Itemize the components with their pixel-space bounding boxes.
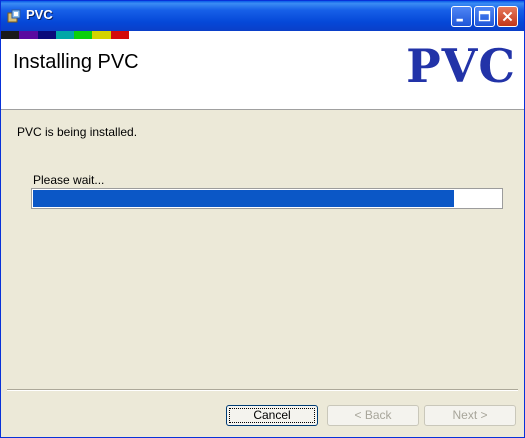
pvc-logo: PVC [406,39,516,93]
status-text: PVC is being installed. [17,125,138,139]
maximize-icon [478,10,491,22]
page-title: Installing PVC [13,51,139,73]
footer-divider [7,389,518,391]
color-strip-segment [55,31,75,39]
maximize-button[interactable] [474,6,495,27]
installer-icon [7,9,21,23]
color-strip-segment [74,31,93,39]
close-button[interactable] [497,6,518,27]
color-strip-segment [19,31,38,39]
color-strip-segment [1,31,20,39]
progress-bar [31,188,503,209]
minimize-icon [456,18,463,22]
back-button[interactable]: < Back [327,405,419,426]
wizard-header: Installing PVC PVC [1,31,524,110]
color-strip [1,31,129,39]
installer-window: PVC Installing PVC PVC PVC is being inst… [0,0,525,438]
title-bar[interactable]: PVC [1,1,524,31]
minimize-button[interactable] [451,6,472,27]
window-title: PVC [26,7,53,22]
color-strip-segment [37,31,56,39]
close-icon [502,11,513,22]
wait-label: Please wait... [33,173,105,187]
color-strip-segment [92,31,111,39]
cancel-button[interactable]: Cancel [226,405,318,426]
color-strip-segment [110,31,129,39]
next-button[interactable]: Next > [424,405,516,426]
progress-fill [33,190,454,207]
